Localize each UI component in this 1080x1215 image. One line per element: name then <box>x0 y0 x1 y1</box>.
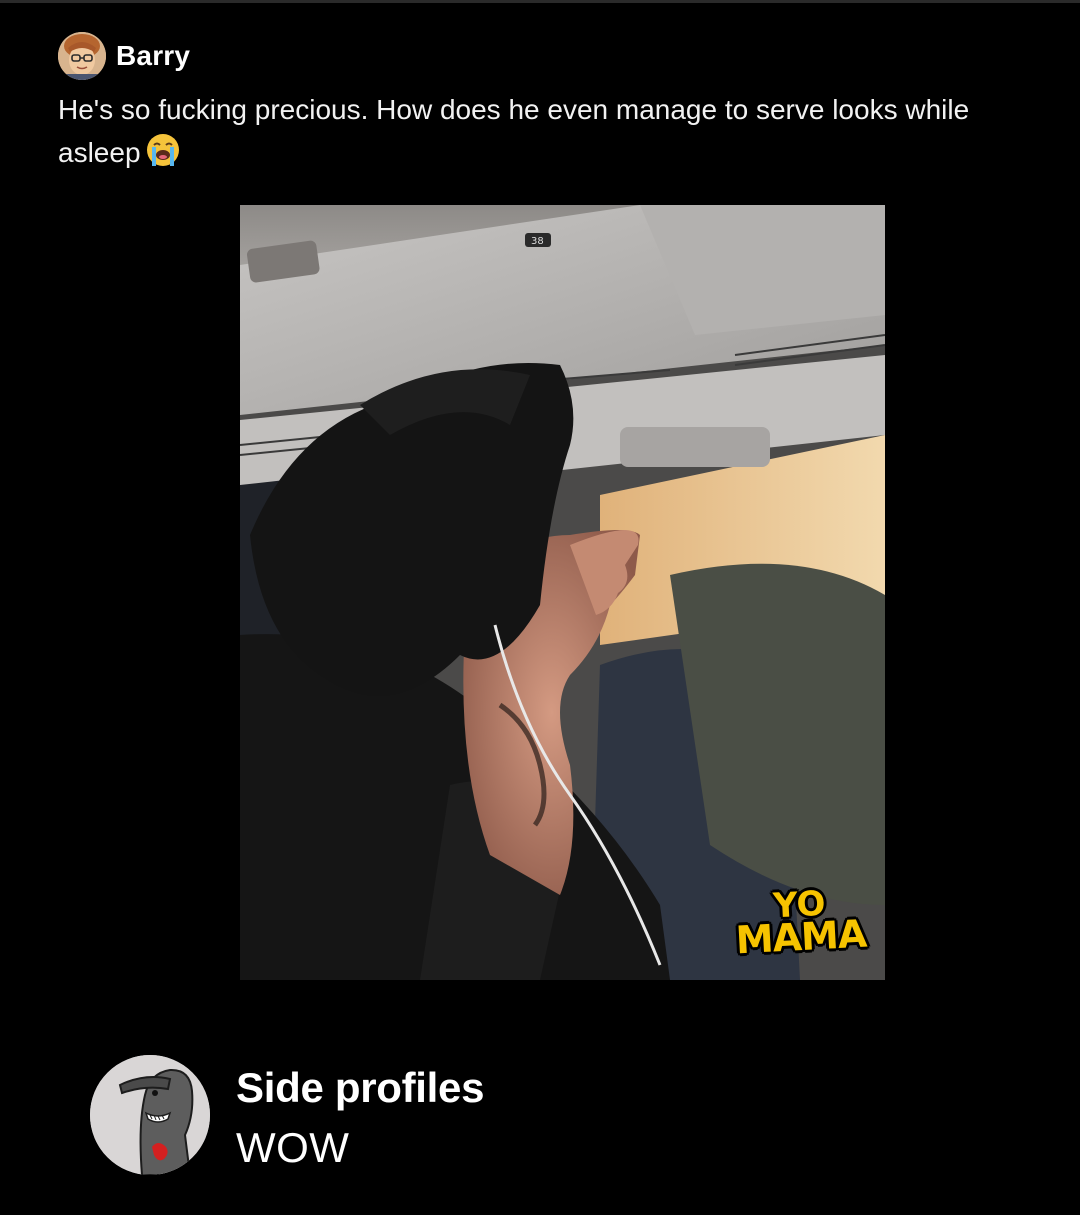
loudly-crying-face-icon <box>145 132 181 180</box>
watermark-line-2: MAMA <box>734 911 867 962</box>
top-divider <box>0 0 1080 3</box>
airplane-cabin-photo: 38 <box>240 205 885 980</box>
comment-card: Side profiles WOW <box>90 1055 484 1175</box>
author-avatar[interactable] <box>58 32 106 80</box>
author-avatar-illustration <box>58 32 106 80</box>
post-text: He's so fucking precious. How does he ev… <box>58 88 1038 180</box>
author-name[interactable]: Barry <box>116 40 190 72</box>
yo-mama-watermark: YO MAMA <box>733 883 867 962</box>
cartoon-character-avatar <box>90 1055 210 1175</box>
comment-body: Side profiles WOW <box>236 1058 484 1172</box>
post-text-content: He's so fucking precious. How does he ev… <box>58 94 970 168</box>
cabin-row-number: 38 <box>531 236 544 247</box>
post-header: Barry <box>58 32 190 80</box>
comment-text: WOW <box>236 1124 350 1171</box>
post-photo[interactable]: 38 YO MAMA <box>240 205 885 980</box>
commenter-avatar[interactable] <box>90 1055 210 1175</box>
comment-title[interactable]: Side profiles <box>236 1064 484 1112</box>
